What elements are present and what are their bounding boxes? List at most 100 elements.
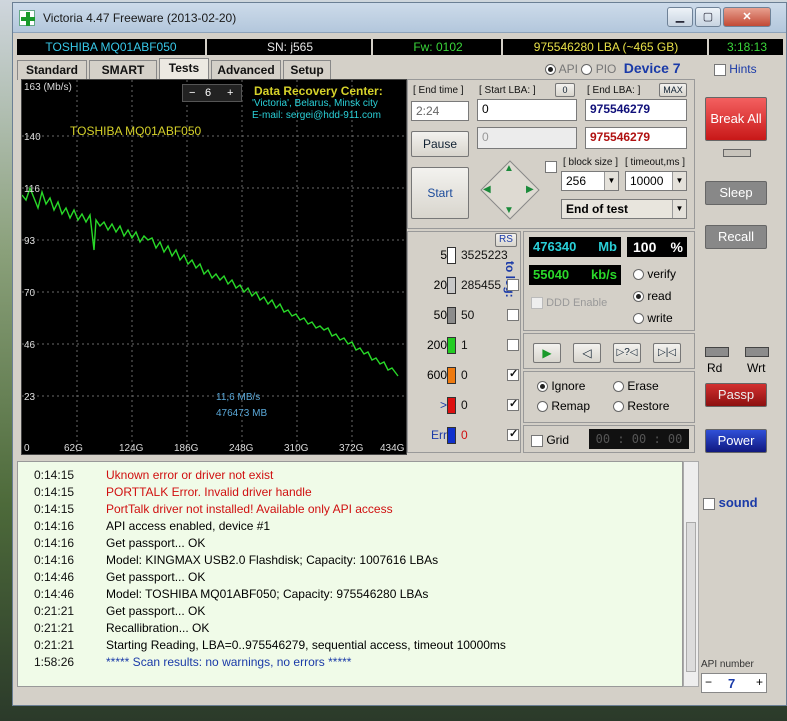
- sound-label: sound: [718, 495, 758, 510]
- arrow-right-icon[interactable]: ▶: [526, 184, 534, 195]
- end-lba-field[interactable]: 975546279: [585, 99, 687, 121]
- counter-value: 3525223: [461, 248, 508, 262]
- api-radio[interactable]: [545, 64, 556, 76]
- hints-checkbox[interactable]: [713, 63, 726, 76]
- recall-button[interactable]: Recall: [705, 225, 767, 249]
- mode-write[interactable]: write: [633, 311, 673, 325]
- timeout-select[interactable]: 10000 ▼: [625, 171, 687, 191]
- sleep-button[interactable]: Sleep: [705, 181, 767, 205]
- log-checkbox-error[interactable]: [507, 427, 519, 441]
- log-checkbox-timeout[interactable]: [507, 397, 519, 411]
- end-lba-display: 975546279: [585, 127, 687, 149]
- arrow-down-icon[interactable]: ▼: [504, 205, 514, 216]
- ddd-checkbox[interactable]: [531, 297, 543, 310]
- y-tick: 93: [24, 236, 36, 247]
- counter-color: [447, 427, 456, 444]
- log-scroll-thumb[interactable]: [686, 522, 696, 672]
- passp-button[interactable]: Passp: [705, 383, 767, 407]
- direction-pad[interactable]: ▲ ▼ ◀ ▶: [479, 159, 541, 221]
- ignore-radio[interactable]: [537, 381, 548, 393]
- arrow-left-icon[interactable]: ◀: [483, 184, 491, 195]
- tab-setup[interactable]: Setup: [283, 60, 331, 80]
- mode-verify[interactable]: verify: [633, 267, 676, 281]
- counter-ms: Err: [431, 428, 447, 442]
- event-log: 0:14:15 Uknown error or driver not exist …: [17, 461, 683, 687]
- api-increase-button[interactable]: +: [756, 675, 763, 689]
- counter-ms: 200: [426, 338, 447, 352]
- action-ignore[interactable]: Ignore: [537, 379, 585, 393]
- end-time-field[interactable]: 2:24: [411, 101, 469, 121]
- api-decrease-button[interactable]: −: [705, 675, 712, 689]
- pad-checkbox[interactable]: [545, 161, 557, 173]
- log-checkbox-20[interactable]: [507, 279, 519, 291]
- action-remap[interactable]: Remap: [537, 399, 590, 413]
- pio-label: PIO: [595, 62, 617, 76]
- grid-toggle[interactable]: Grid: [531, 433, 569, 447]
- log-scrollbar[interactable]: [683, 461, 699, 687]
- max-button[interactable]: MAX: [659, 83, 687, 97]
- progress-value: 100: [633, 239, 657, 255]
- title-bar: Victoria 4.47 Freeware (2013-02-20) ▁ ▢ …: [13, 3, 786, 33]
- mb-display: 476340 Mb: [529, 237, 621, 257]
- skip-icon[interactable]: ▷?◁: [613, 343, 641, 363]
- start-button[interactable]: Start: [411, 167, 469, 219]
- scale-decrease-button[interactable]: −: [189, 85, 195, 101]
- verify-radio[interactable]: [633, 269, 644, 281]
- tab-standard[interactable]: Standard: [17, 60, 87, 80]
- tab-tests[interactable]: Tests: [159, 58, 209, 80]
- end-action-select[interactable]: End of test ▼: [561, 199, 687, 219]
- read-radio[interactable]: [633, 291, 644, 303]
- counter-color: [447, 337, 456, 354]
- wrt-label: Wrt: [747, 361, 766, 375]
- restore-label: Restore: [627, 399, 670, 413]
- log-checkbox-600[interactable]: [507, 367, 519, 381]
- action-restore[interactable]: Restore: [613, 399, 669, 413]
- counter-color: [447, 277, 456, 294]
- close-button[interactable]: ✕: [723, 7, 771, 27]
- play-icon[interactable]: ▶: [533, 343, 561, 363]
- counter-value: 0: [461, 428, 468, 442]
- scale-increase-button[interactable]: +: [227, 85, 233, 101]
- ignore-label: Ignore: [551, 379, 586, 393]
- log-checkbox-50[interactable]: [507, 309, 519, 321]
- counter-value: 0: [461, 368, 468, 382]
- api-number-spinner[interactable]: − 7 +: [701, 673, 767, 693]
- action-erase[interactable]: Erase: [613, 379, 659, 393]
- power-button[interactable]: Power: [705, 429, 767, 453]
- start-zero-button[interactable]: 0: [555, 83, 575, 97]
- start-lba-field[interactable]: 0: [477, 99, 577, 121]
- maximize-button[interactable]: ▢: [695, 7, 721, 27]
- api-number-label: API number: [701, 659, 754, 670]
- restore-radio[interactable]: [613, 401, 624, 413]
- scale-control[interactable]: − 6 +: [182, 84, 242, 102]
- progress-display: 100 %: [627, 237, 687, 257]
- log-checkbox-200[interactable]: [507, 339, 519, 351]
- minimize-button[interactable]: ▁: [667, 7, 693, 27]
- api-label: API: [558, 62, 579, 76]
- sound-checkbox[interactable]: [703, 497, 715, 510]
- remap-radio[interactable]: [537, 401, 548, 413]
- mode-read[interactable]: read: [633, 289, 671, 303]
- tab-advanced[interactable]: Advanced: [211, 60, 281, 80]
- grid-checkbox[interactable]: [531, 434, 543, 447]
- block-size-select[interactable]: 256 ▼: [561, 171, 619, 191]
- tab-smart[interactable]: SMART: [89, 60, 157, 80]
- x-tick: 434G: [380, 443, 405, 454]
- recovery-center-line2: E-mail: sergei@hdd-911.com: [252, 110, 381, 121]
- end-icon[interactable]: ▷|◁: [653, 343, 681, 363]
- rd-label: Rd: [707, 361, 723, 375]
- break-all-button[interactable]: Break All: [705, 97, 767, 141]
- write-radio[interactable]: [633, 313, 644, 325]
- hints-label: Hints: [729, 62, 757, 76]
- erase-label: Erase: [627, 379, 659, 393]
- ddd-enable[interactable]: DDD Enable: [531, 297, 607, 310]
- sound-toggle[interactable]: sound: [703, 495, 758, 510]
- mb-unit: Mb: [598, 239, 617, 254]
- x-tick: 310G: [284, 443, 309, 454]
- pio-radio[interactable]: [581, 64, 593, 76]
- rewind-icon[interactable]: ◁: [573, 343, 601, 363]
- pause-button[interactable]: Pause: [411, 131, 469, 157]
- counter-ms: 5: [440, 248, 447, 262]
- erase-radio[interactable]: [613, 381, 624, 393]
- arrow-up-icon[interactable]: ▲: [504, 163, 514, 174]
